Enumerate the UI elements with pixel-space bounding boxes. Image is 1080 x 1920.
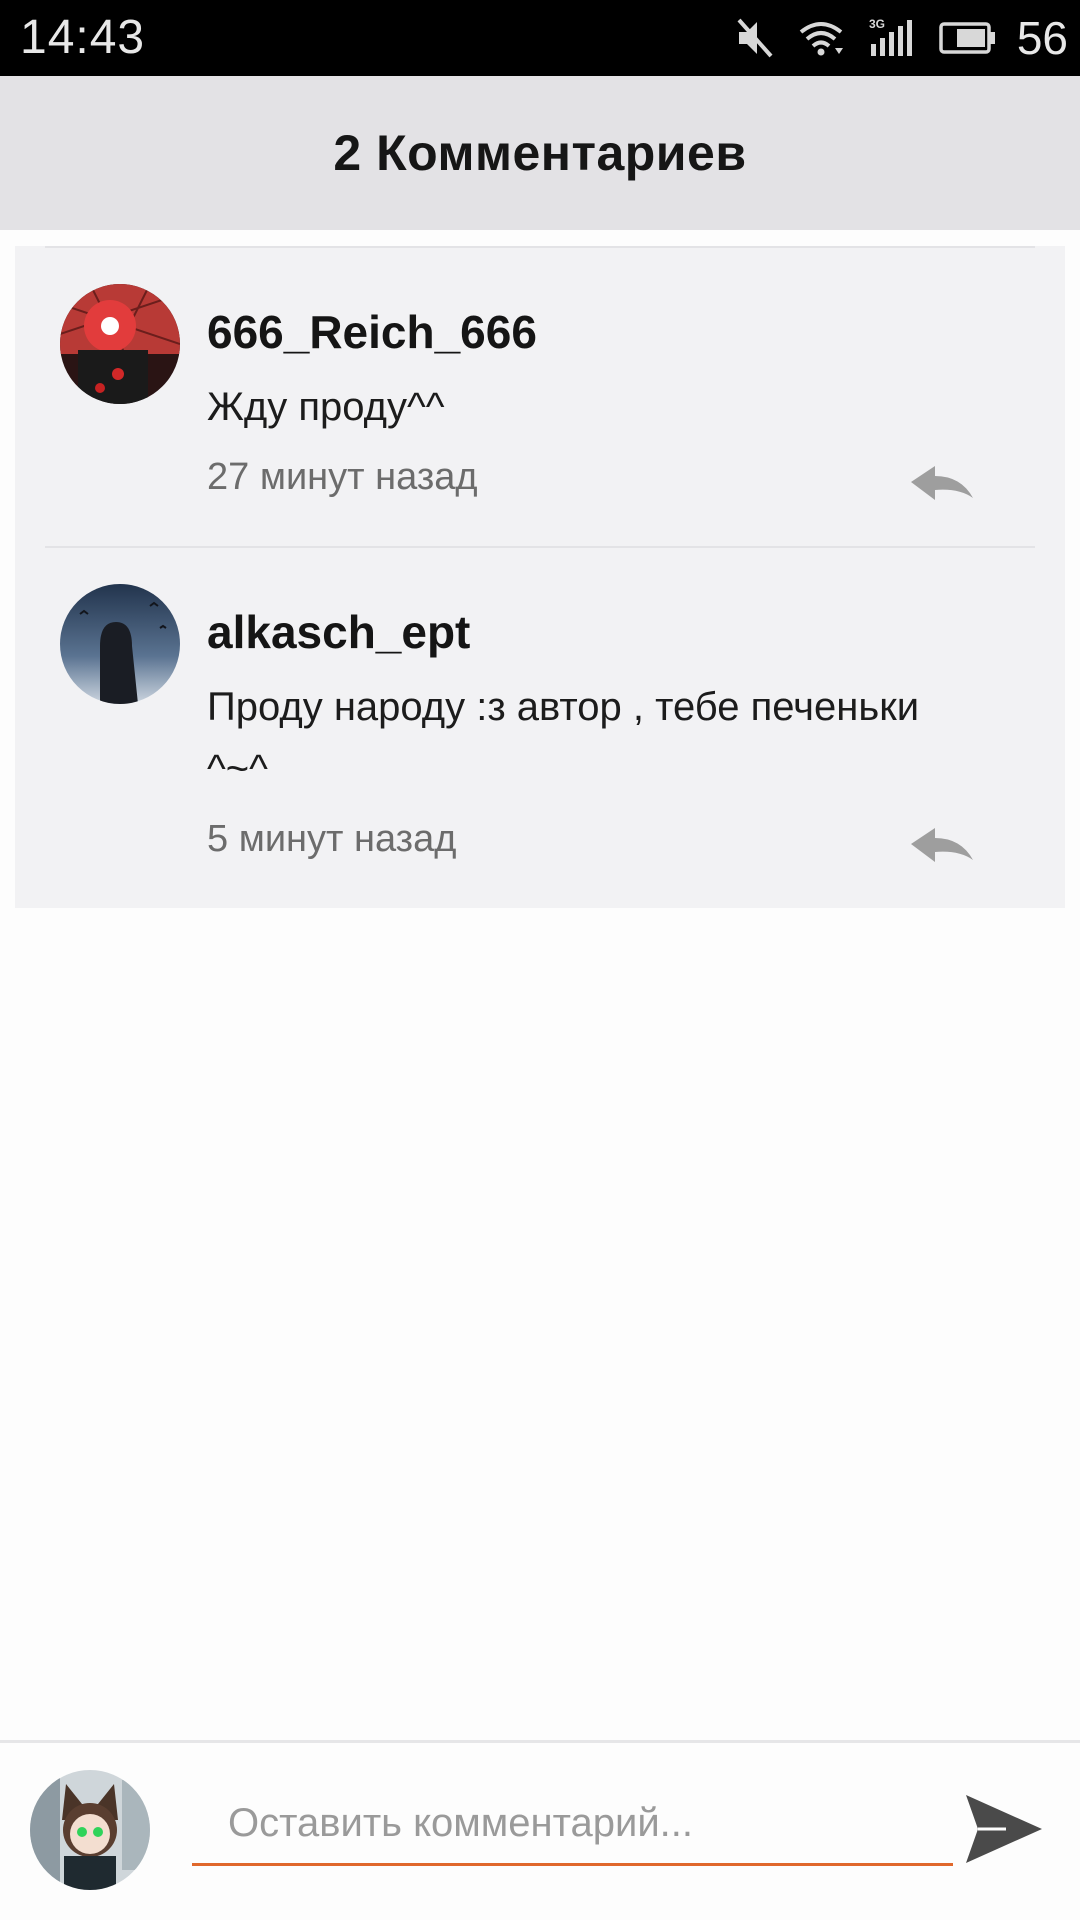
comment-username[interactable]: alkasch_ept [207, 604, 975, 660]
status-time: 14:43 [20, 11, 146, 64]
avatar[interactable] [60, 284, 180, 404]
comment-input[interactable] [192, 1783, 953, 1866]
avatar-red-ball-character-icon [60, 284, 180, 404]
status-bar: 14:43 3G 56 [0, 0, 1080, 76]
comment-username[interactable]: 666_Reich_666 [207, 304, 975, 360]
avatar-dark-silhouette-sky-icon [60, 584, 180, 704]
comment-text: Проду народу :з автор , тебе печеньки ^~… [207, 685, 920, 791]
comment-time: 5 минут назад [207, 818, 457, 860]
network-label: 3G [869, 17, 885, 31]
signal-3g-icon: 3G [869, 17, 912, 56]
wifi-icon [799, 22, 843, 56]
page-title: 2 Комментариев [333, 125, 747, 181]
send-icon[interactable] [962, 1787, 1046, 1871]
reply-icon[interactable] [909, 826, 975, 866]
header: 2 Комментариев [0, 76, 1080, 230]
avatar[interactable] [60, 584, 180, 704]
battery-percent: 56 [1016, 12, 1068, 64]
status-icons: 3G 56 [713, 0, 1068, 76]
comment-text: Жду проду^^ [207, 385, 445, 429]
reply-icon[interactable] [909, 464, 975, 504]
mute-icon [737, 18, 773, 58]
comment-composer [0, 1743, 1080, 1920]
battery-icon [939, 22, 995, 54]
comments-list: 666_Reich_666 Жду проду^^ 27 минут назад [15, 246, 1065, 908]
avatar-anime-cat-girl-icon [30, 1770, 150, 1890]
comment-item: alkasch_ept Проду народу :з автор , тебе… [45, 546, 1035, 908]
comment-item: 666_Reich_666 Жду проду^^ 27 минут назад [45, 246, 1035, 546]
my-avatar [30, 1770, 150, 1890]
comment-time: 27 минут назад [207, 456, 478, 498]
